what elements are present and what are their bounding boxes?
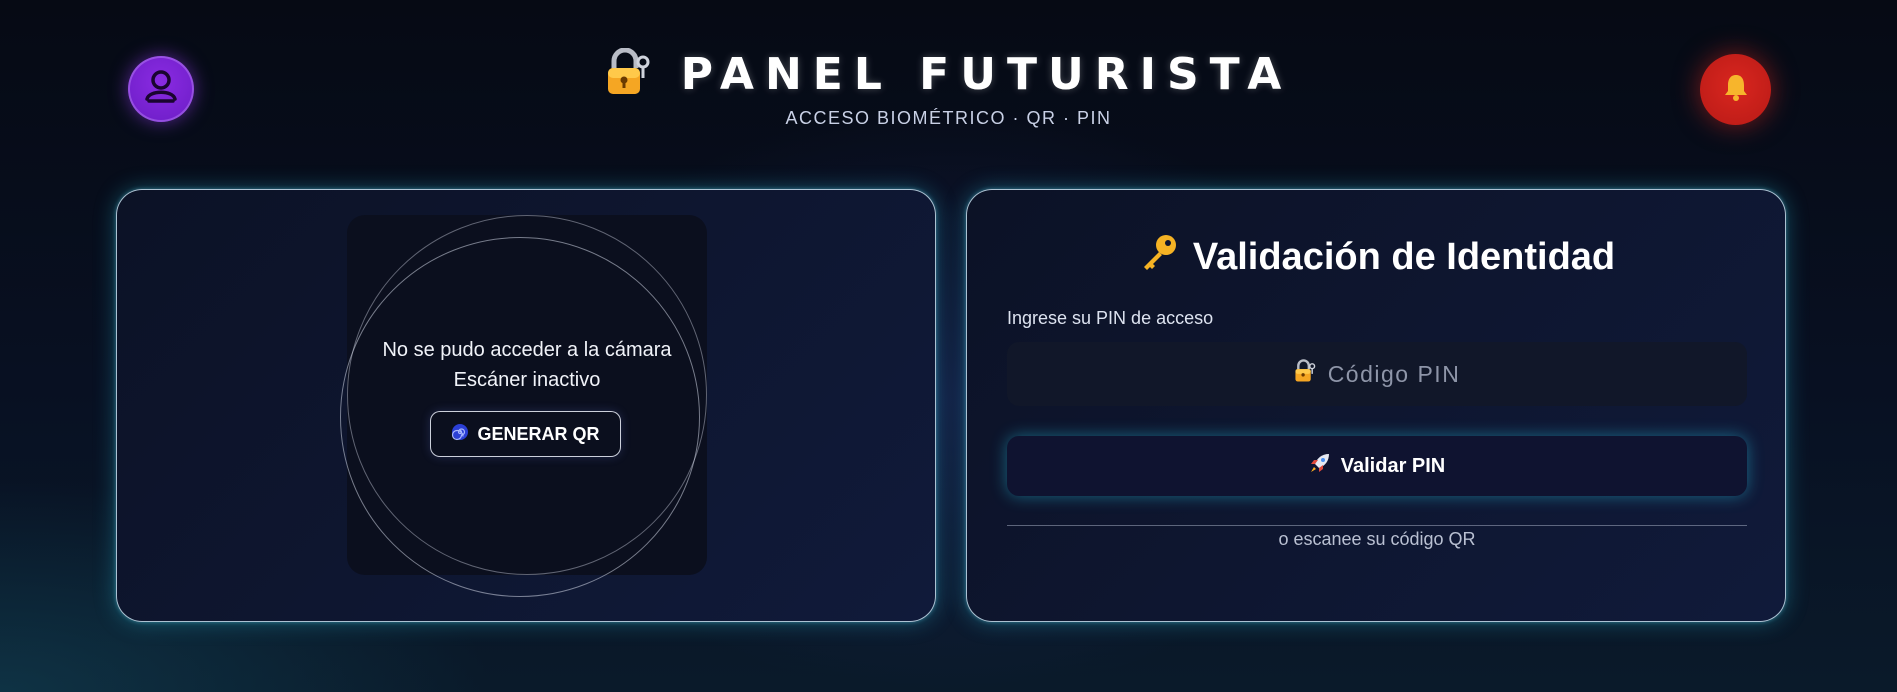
scanner-inactive-text: Escáner inactivo <box>453 369 601 391</box>
divider <box>1007 525 1747 526</box>
qr-scanner: No se pudo acceder a la cámara Escáner i… <box>340 215 707 597</box>
spiral-icon <box>451 423 469 446</box>
validation-heading: Validación de Identidad <box>967 232 1787 282</box>
page-subtitle: ACCESO BIOMÉTRICO · QR · PIN <box>785 108 1112 128</box>
validation-panel: Validación de Identidad Ingrese su PIN d… <box>966 189 1786 622</box>
validate-pin-button[interactable]: Validar PIN <box>1007 436 1747 496</box>
scanner-status: No se pudo acceder a la cámara Escáner i… <box>347 335 707 395</box>
generate-qr-label: GENERAR QR <box>477 423 600 444</box>
lock-key-icon <box>605 47 651 101</box>
bell-icon <box>1722 72 1750 107</box>
generate-qr-button[interactable]: GENERAR QR <box>430 411 621 457</box>
camera-error-text: No se pudo acceder a la cámara <box>382 339 672 361</box>
validation-title: Validación de Identidad <box>1192 235 1616 278</box>
pin-input[interactable]: Código PIN <box>1007 342 1747 406</box>
header: PANEL FUTURISTA ACCESO BIOMÉTRICO · QR ·… <box>0 0 1897 150</box>
rocket-icon <box>1309 452 1331 480</box>
scanner-panel: No se pudo acceder a la cámara Escáner i… <box>116 189 936 622</box>
page-title: PANEL FUTURISTA <box>680 49 1293 100</box>
pin-label: Ingrese su PIN de acceso <box>1007 308 1214 328</box>
lock-key-icon <box>1294 359 1316 389</box>
scan-qr-hint: o escanee su código QR <box>1278 529 1476 549</box>
pin-placeholder: Código PIN <box>1327 360 1461 387</box>
key-icon <box>1139 232 1179 282</box>
validate-pin-label: Validar PIN <box>1340 454 1446 477</box>
notifications-button[interactable] <box>1700 54 1771 125</box>
